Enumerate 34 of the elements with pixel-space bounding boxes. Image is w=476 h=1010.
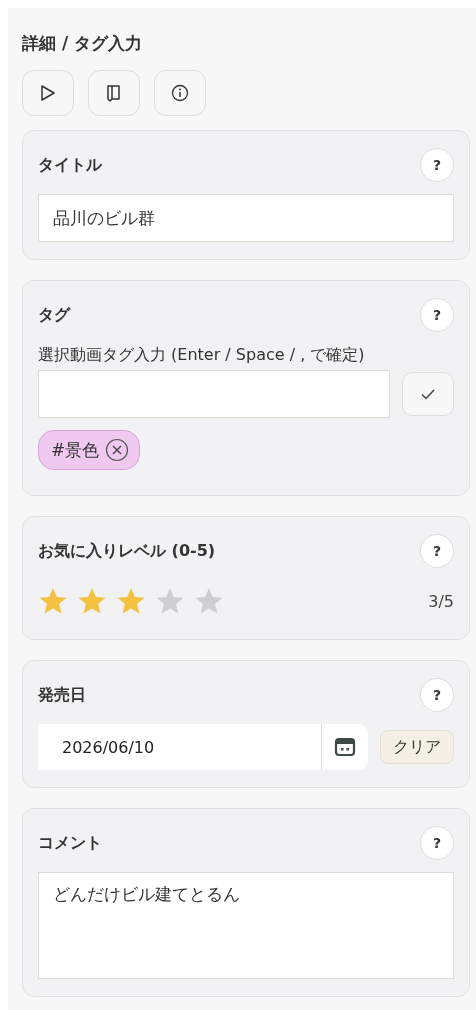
star-icon [194,586,224,616]
field-label: お気に入りレベル (0-5) [38,540,216,562]
close-icon [105,438,130,462]
help-button[interactable]: ? [420,678,454,712]
star-icon [155,586,185,616]
help-button[interactable]: ? [420,534,454,568]
tag-input[interactable] [38,370,390,418]
book-icon [105,84,123,102]
field-label: コメント [38,832,102,854]
field-label: タグ [38,304,70,326]
title-input[interactable]: 品川のビル群 [38,194,454,242]
toolbar-button[interactable] [22,70,74,116]
field-label: タイトル [38,154,102,176]
rating-value: 3/5 [428,591,454,611]
date-field[interactable]: 2026/06/10 [38,724,368,770]
help-button[interactable]: ? [420,148,454,182]
toolbar-button[interactable] [154,70,206,116]
calendar-icon [334,736,356,758]
help-button[interactable]: ? [420,298,454,332]
play-icon [39,84,57,102]
star-icon [116,586,146,616]
field-label: 発売日 [38,684,86,706]
star-icon [77,586,107,616]
info-icon [171,84,189,102]
panel-title: 詳細 / タグ入力 [22,32,144,55]
remove-tag-button[interactable] [105,438,130,462]
help-button[interactable]: ? [420,826,454,860]
tag-label: #景色 [51,438,100,462]
tag-input-hint: 選択動画タグ入力 (Enter / Space / , で確定) [38,344,366,366]
star-rating[interactable] [38,586,224,616]
comment-textarea[interactable]: どんだけビル建てとるん [38,872,454,979]
star-icon [38,586,68,616]
clear-button[interactable]: クリア [380,730,454,764]
toolbar-button[interactable] [88,70,140,116]
